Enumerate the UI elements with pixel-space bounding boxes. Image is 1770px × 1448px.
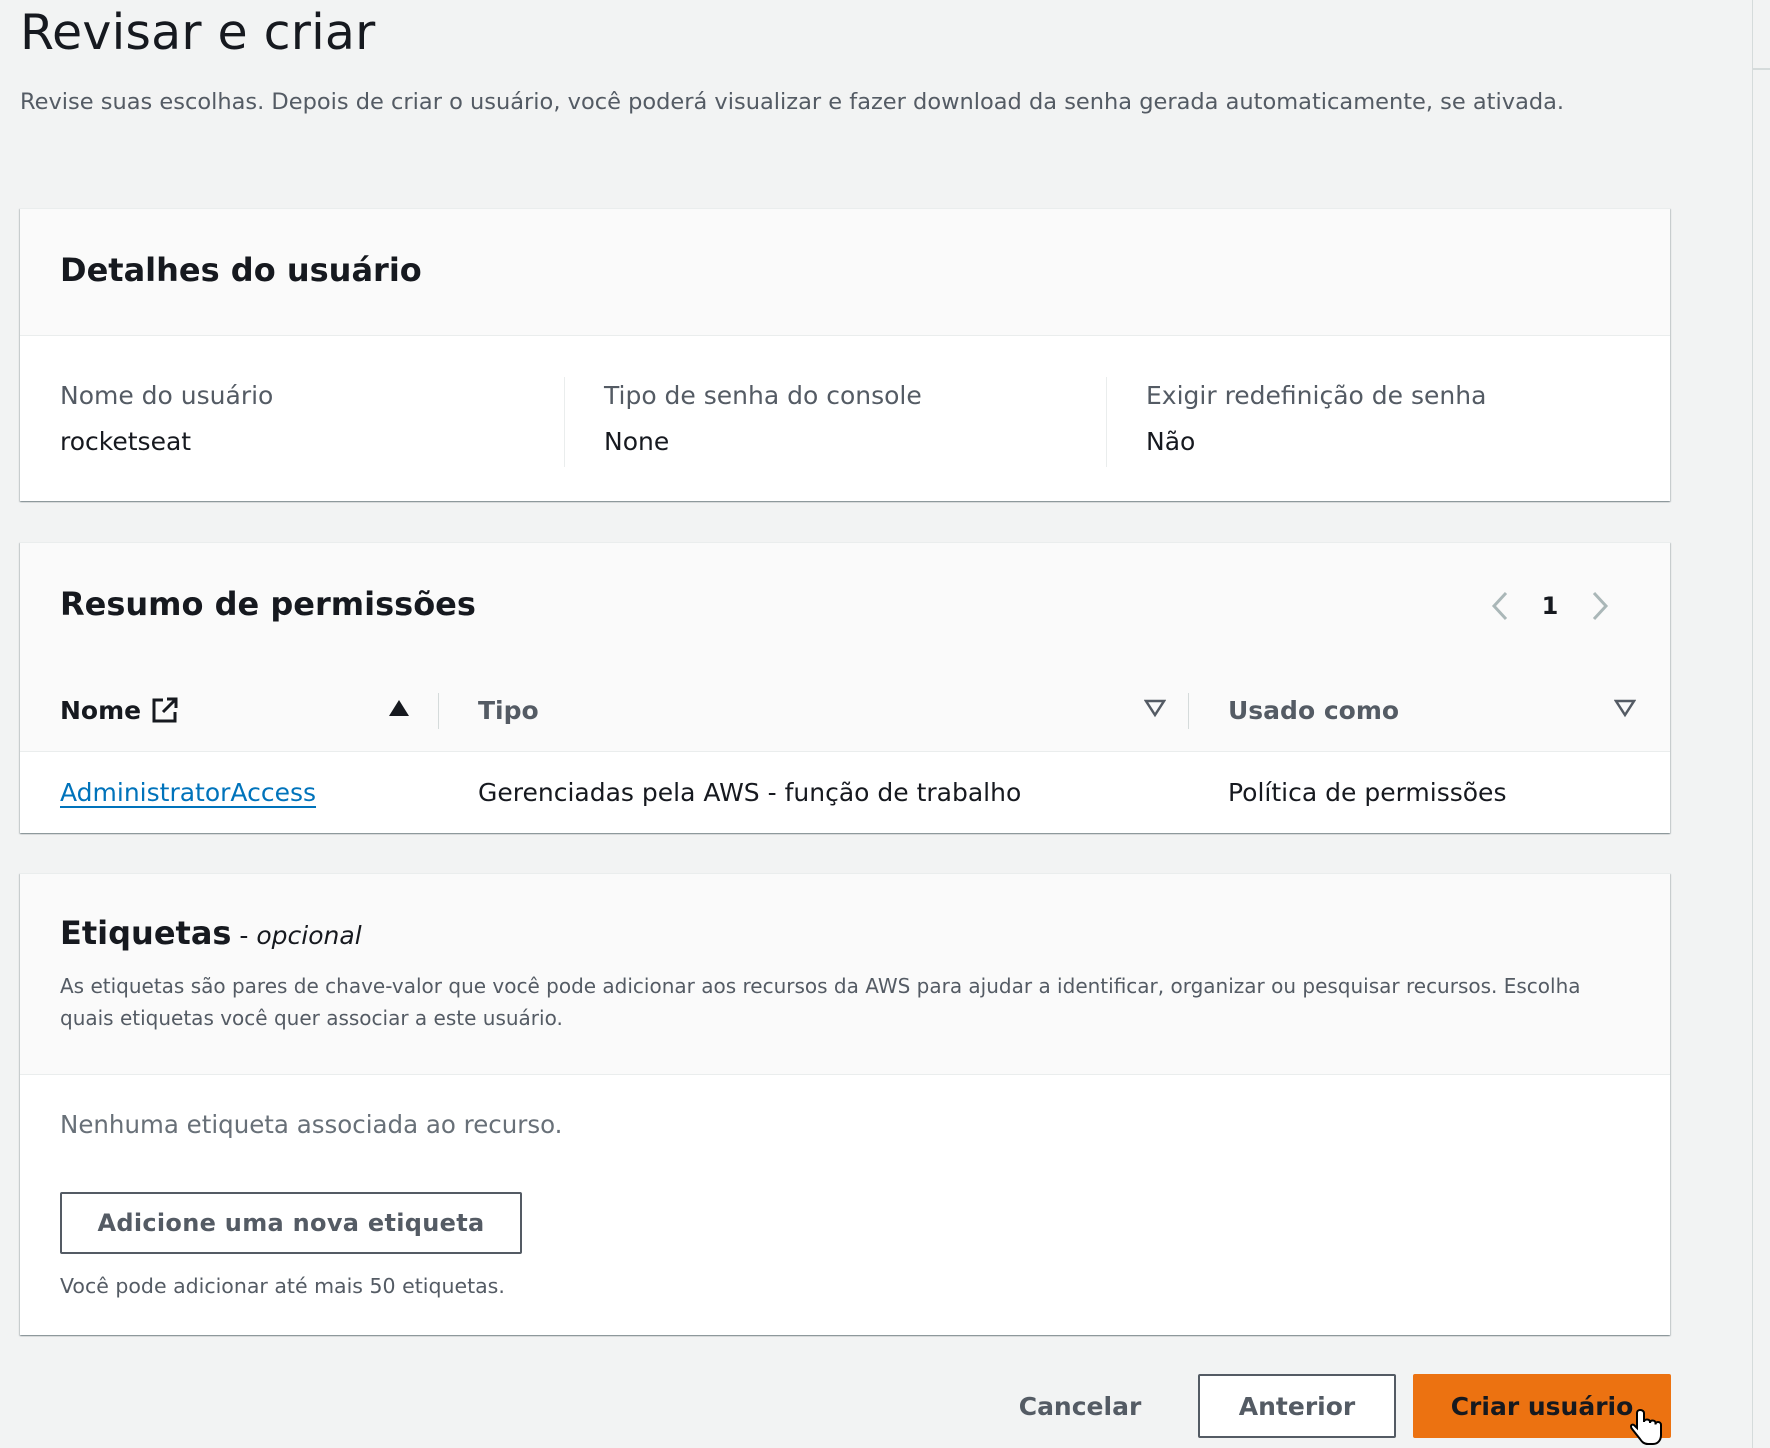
column-used-as-label: Usado como	[1228, 695, 1400, 725]
tags-hint: Você pode adicionar até mais 50 etiqueta…	[60, 1274, 505, 1298]
previous-button[interactable]: Anterior	[1198, 1374, 1396, 1438]
tags-title-text: Etiquetas	[60, 914, 232, 952]
cell-policy-type: Gerenciadas pela AWS - função de trabalh…	[478, 777, 1022, 807]
tags-card: Etiquetas - opcional As etiquetas são pa…	[20, 873, 1670, 1335]
field-password-type-label: Tipo de senha do console	[604, 381, 922, 410]
external-link-icon	[152, 697, 178, 723]
field-username-value: rocketseat	[60, 427, 192, 456]
permissions-table-header: Nome Tipo Usado como	[20, 669, 1670, 752]
tags-description: As etiquetas são pares de chave-valor qu…	[60, 974, 1581, 1030]
add-tag-button[interactable]: Adicione uma nova etiqueta	[60, 1192, 522, 1254]
page-description: Revise suas escolhas. Depois de criar o …	[20, 89, 1565, 115]
cell-used-as: Política de permissões	[1228, 777, 1507, 807]
column-name-label: Nome	[60, 695, 142, 725]
page-title: Revisar e criar	[20, 4, 376, 61]
sort-unsorted-icon[interactable]	[1614, 698, 1636, 718]
chevron-right-icon	[1592, 591, 1609, 621]
tags-optional-label: opcional	[256, 921, 362, 950]
user-details-title: Detalhes do usuário	[60, 251, 422, 289]
column-header-used-as[interactable]: Usado como	[1228, 669, 1399, 751]
scrollbar-marker	[1752, 68, 1770, 70]
next-page-button[interactable]	[1580, 583, 1620, 629]
column-header-name[interactable]: Nome	[60, 669, 179, 751]
chevron-left-icon	[1491, 591, 1508, 621]
permissions-header: Resumo de permissões 1	[20, 543, 1670, 670]
hand-cursor-icon	[1630, 1408, 1662, 1445]
sort-ascending-icon[interactable]	[388, 698, 410, 718]
field-password-type-value: None	[604, 427, 670, 456]
field-reset-password-value: Não	[1146, 427, 1196, 456]
tags-header: Etiquetas - opcional As etiquetas são pa…	[20, 874, 1670, 1075]
cancel-button[interactable]: Cancelar	[990, 1374, 1170, 1438]
user-details-header: Detalhes do usuário	[20, 209, 1670, 336]
policy-link[interactable]: AdministratorAccess	[60, 778, 316, 807]
permissions-summary-card: Resumo de permissões 1 Nome Tipo Usado c…	[20, 542, 1670, 833]
column-type-label: Tipo	[478, 695, 539, 725]
page-number[interactable]: 1	[1520, 592, 1580, 620]
column-divider[interactable]	[438, 693, 439, 729]
tags-title: Etiquetas - opcional	[60, 914, 362, 952]
field-username-label: Nome do usuário	[60, 381, 274, 410]
table-row: AdministratorAccess Gerenciadas pela AWS…	[20, 752, 1670, 832]
pagination: 1	[1480, 583, 1620, 629]
permissions-title: Resumo de permissões	[60, 585, 476, 623]
field-reset-password-label: Exigir redefinição de senha	[1146, 381, 1487, 410]
field-password-type: Tipo de senha do console None	[564, 369, 1014, 467]
scrollbar-track[interactable]	[1752, 0, 1753, 1448]
column-divider[interactable]	[1188, 693, 1189, 729]
tags-empty-text: Nenhuma etiqueta associada ao recurso.	[60, 1110, 563, 1139]
field-username: Nome do usuário rocketseat	[60, 369, 470, 461]
user-details-card: Detalhes do usuário Nome do usuário rock…	[20, 208, 1670, 501]
sort-unsorted-icon[interactable]	[1144, 698, 1166, 718]
column-header-type[interactable]: Tipo	[478, 669, 539, 751]
cell-policy-name: AdministratorAccess	[60, 752, 316, 832]
tags-optional-dash: -	[231, 921, 257, 950]
field-reset-password: Exigir redefinição de senha Não	[1106, 369, 1626, 467]
previous-page-button[interactable]	[1480, 583, 1520, 629]
